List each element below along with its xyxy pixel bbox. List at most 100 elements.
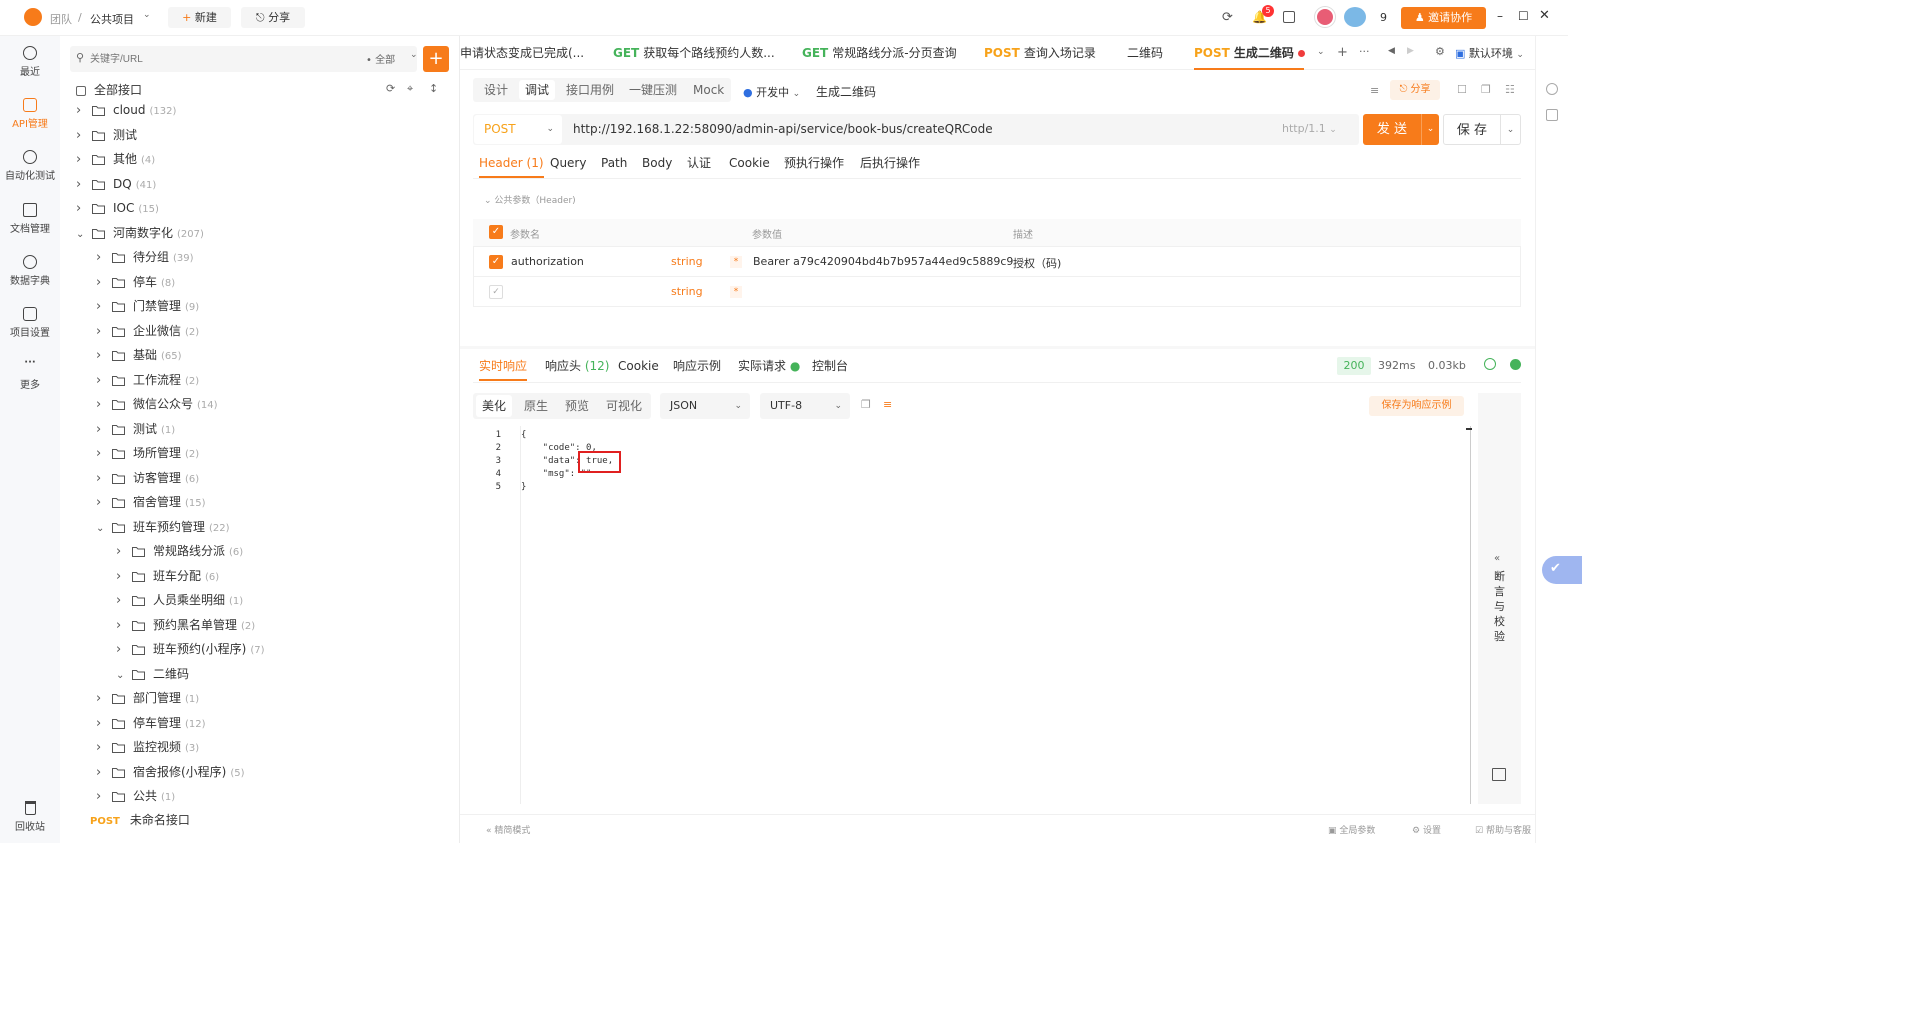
tree-folder[interactable]: › 公共 (1) [96, 786, 175, 806]
tab-next-icon[interactable]: ▶ [1407, 46, 1414, 56]
chevron-right-icon[interactable]: › [96, 714, 106, 734]
req-tab-post[interactable]: 后执行操作 [860, 148, 920, 178]
nav-recycle[interactable]: 回收站 [0, 801, 60, 833]
param-value[interactable]: Bearer a79c420904bd4b7b957a44ed9c5889c9 [753, 255, 1013, 268]
chevron-right-icon[interactable]: › [96, 248, 106, 268]
global-params-button[interactable]: ▣ 全局参数 [1328, 823, 1375, 836]
save-example-button[interactable]: 保存为响应示例 [1369, 396, 1464, 416]
tree-folder[interactable]: › 待分组 (39) [96, 247, 194, 267]
right-info-icon[interactable] [1546, 83, 1558, 95]
resp-tab-example[interactable]: 响应示例 [673, 351, 721, 381]
resp-tab-cookie[interactable]: Cookie [618, 351, 659, 381]
history-icon[interactable]: ☷ [1505, 83, 1515, 96]
status-select[interactable]: ● 开发中 ⌄ [743, 84, 800, 100]
resp-tab-actual[interactable]: 实际请求 ● [738, 351, 800, 381]
empty-row-type[interactable]: string [671, 285, 703, 298]
mode-cases[interactable]: 接口用例 [560, 78, 620, 102]
env-select[interactable]: ▣ 默认环境 ⌄ [1455, 45, 1524, 61]
nav-settings[interactable]: 项目设置 [0, 307, 60, 339]
project-dropdown-icon[interactable]: ⌄ [143, 10, 151, 20]
nav-docs[interactable]: 文档管理 [0, 203, 60, 235]
locate-icon[interactable]: ⌖ [407, 82, 413, 96]
avatar-2[interactable] [1344, 7, 1366, 27]
nav-api[interactable]: API管理 [0, 98, 60, 130]
chevron-right-icon[interactable]: › [116, 567, 126, 587]
chevron-right-icon[interactable]: › [116, 542, 126, 562]
param-name[interactable]: authorization [511, 255, 584, 268]
invite-button[interactable]: ♟ 邀请协作 [1401, 7, 1486, 29]
assert-panel[interactable]: « 断言与校验 [1478, 393, 1521, 804]
url-input[interactable]: http://192.168.1.22:58090/admin-api/serv… [573, 122, 993, 136]
filter-select[interactable]: • 全部 [366, 51, 395, 66]
req-tab-auth[interactable]: 认证 [687, 148, 711, 178]
tree-folder[interactable]: › DQ (41) [76, 174, 156, 194]
chevron-right-icon[interactable]: › [116, 640, 126, 660]
chevron-right-icon[interactable]: › [76, 101, 86, 121]
wrap-icon[interactable]: ≡ [883, 398, 892, 411]
tree-folder[interactable]: › 微信公众号 (14) [96, 394, 218, 414]
chevron-right-icon[interactable]: › [96, 493, 106, 513]
nav-dictionary[interactable]: 数据字典 [0, 255, 60, 287]
minimize-icon[interactable]: – [1497, 9, 1503, 23]
select-all-checkbox[interactable]: ✓ [489, 225, 503, 239]
tabs-more-icon[interactable]: ··· [1359, 45, 1370, 58]
lock-icon[interactable]: ☐ [1457, 83, 1467, 96]
maximize-icon[interactable]: ☐ [1518, 9, 1529, 23]
share-button-top[interactable]: ⎋ 分享 [241, 7, 305, 28]
breadcrumb-project[interactable]: 公共项目 [90, 11, 134, 27]
nav-automation[interactable]: 自动化测试 [0, 150, 60, 182]
param-type[interactable]: string [671, 255, 703, 268]
sync-icon[interactable]: ⟳ [1222, 10, 1238, 26]
network-icon[interactable] [1484, 358, 1496, 370]
copy-response-icon[interactable]: ❐ [861, 398, 871, 411]
send-button[interactable]: 发 送 [1363, 114, 1421, 145]
env-settings-icon[interactable]: ⚙ [1435, 45, 1445, 58]
empty-required-star-icon[interactable]: * [730, 286, 742, 298]
chevron-down-icon[interactable]: ⌄ [76, 225, 86, 245]
collapse-icon[interactable]: ↕ [429, 82, 438, 95]
tab-qrcode-folder[interactable]: 二维码 [1127, 36, 1163, 70]
save-dropdown[interactable]: ⌄ [1501, 114, 1521, 145]
tree-folder[interactable]: › 访客管理 (6) [96, 468, 199, 488]
tree-folder[interactable]: › 班车预约(小程序) (7) [116, 639, 265, 659]
add-api-button[interactable]: + [423, 46, 449, 72]
chevron-right-icon[interactable]: › [96, 738, 106, 758]
message-icon[interactable] [1283, 11, 1295, 23]
filter-chevron-icon[interactable]: ⌄ [410, 50, 418, 60]
req-tab-query[interactable]: Query [550, 148, 586, 178]
tree-search[interactable]: ⚲ • 全部 ⌄ [70, 46, 418, 72]
mode-stress[interactable]: 一键压测 [623, 78, 683, 102]
tab-generate-qrcode[interactable]: POST 生成二维码 [1194, 36, 1304, 70]
tree-folder[interactable]: › 停车管理 (12) [96, 713, 206, 733]
tree-folder[interactable]: › 测试 (1) [96, 419, 175, 439]
chevron-right-icon[interactable]: › [96, 322, 106, 342]
save-button[interactable]: 保 存 [1443, 114, 1501, 145]
tree-folder[interactable]: › IOC (15) [76, 198, 159, 218]
avatar[interactable] [1315, 7, 1335, 27]
chevron-right-icon[interactable]: › [76, 150, 86, 170]
tree-folder[interactable]: ⌄ 班车预约管理 (22) [96, 517, 230, 537]
tab-entry-records[interactable]: POST 查询入场记录 [984, 36, 1096, 70]
tree-unnamed-api[interactable]: POST 未命名接口 [90, 810, 190, 830]
tab-route-count[interactable]: GET 获取每个路线预约人数... [613, 36, 775, 70]
right-doc-icon[interactable] [1546, 109, 1558, 121]
chevron-right-icon[interactable]: › [76, 175, 86, 195]
format-select[interactable]: JSON ⌄ [660, 393, 750, 419]
chevron-down-icon[interactable]: ⌄ [116, 666, 126, 686]
mode-mock[interactable]: Mock [687, 78, 730, 102]
mode-design[interactable]: 设计 [478, 78, 514, 102]
tree-folder[interactable]: › 门禁管理 (9) [96, 296, 199, 316]
api-name[interactable]: 生成二维码 [816, 83, 876, 100]
tree-folder[interactable]: › 宿舍管理 (15) [96, 492, 206, 512]
resp-tab-live[interactable]: 实时响应 [479, 351, 528, 381]
req-tab-pre[interactable]: 预执行操作 [784, 148, 844, 178]
chevron-right-icon[interactable]: › [96, 444, 106, 464]
req-tab-cookie[interactable]: Cookie [729, 148, 770, 178]
send-dropdown[interactable]: ⌄ [1421, 114, 1439, 145]
tab-apply-status[interactable]: 申请状态变成已完成(... [460, 36, 584, 70]
tree-folder[interactable]: › 部门管理 (1) [96, 688, 199, 708]
resp-tab-headers[interactable]: 响应头 (12) [545, 351, 609, 381]
tree-folder[interactable]: ⌄ 二维码 [116, 664, 193, 684]
mode-debug[interactable]: 调试 [519, 80, 556, 100]
chevron-right-icon[interactable]: › [116, 616, 126, 636]
